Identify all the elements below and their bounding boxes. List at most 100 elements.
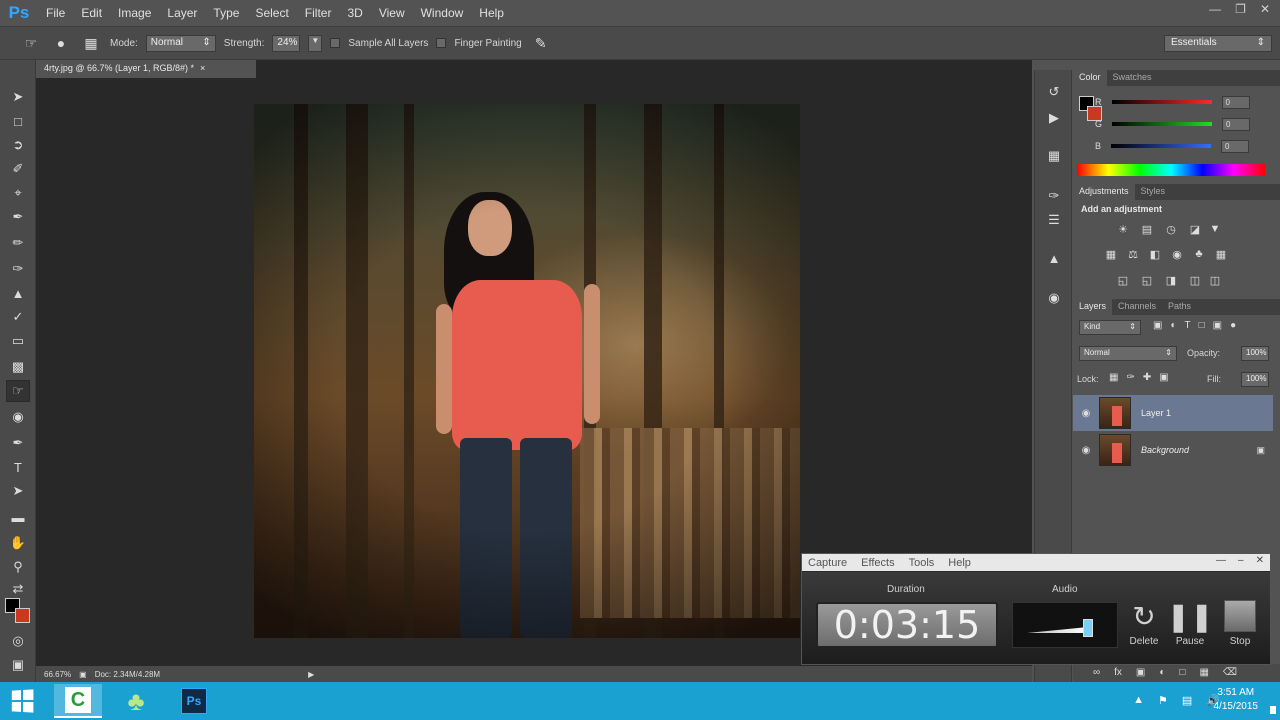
zoom-tool-icon[interactable]: ⚲ — [6, 556, 30, 578]
layer-filter-select[interactable]: Kind ⇕ — [1079, 320, 1141, 335]
menu-select[interactable]: Select — [247, 0, 296, 26]
blue-value[interactable]: 0 — [1221, 139, 1250, 153]
color-swatches[interactable] — [5, 598, 33, 626]
black-white-icon[interactable]: ◧ — [1147, 246, 1163, 262]
opacity-input[interactable]: 100% — [1241, 346, 1269, 361]
smart-object-filter-icon[interactable]: ▣ — [1213, 320, 1222, 331]
start-button[interactable] — [0, 682, 44, 720]
tab-paths[interactable]: Paths — [1162, 299, 1197, 315]
fx-icon[interactable]: fx — [1114, 667, 1122, 678]
threshold-icon[interactable]: ◨ — [1163, 272, 1179, 288]
menu-effects[interactable]: Effects — [861, 557, 894, 569]
crop-tool-icon[interactable]: ⌖ — [6, 182, 30, 204]
restore-icon[interactable]: ❐ — [1235, 2, 1246, 16]
menu-view[interactable]: View — [371, 0, 413, 26]
move-tool-icon[interactable]: ➤ — [6, 86, 30, 108]
sample-all-layers-checkbox[interactable] — [330, 38, 341, 48]
blue-track[interactable] — [1111, 144, 1212, 148]
3d-icon[interactable]: ◉ — [1044, 288, 1064, 308]
hide-icon[interactable]: — — [1216, 555, 1226, 566]
lasso-tool-icon[interactable]: ➲ — [6, 134, 30, 156]
properties-icon[interactable]: ▦ — [1044, 146, 1064, 166]
menu-type[interactable]: Type — [205, 0, 247, 26]
brush-icon[interactable]: ✑ — [1044, 186, 1064, 206]
hue-saturation-icon[interactable]: ▦ — [1103, 246, 1119, 262]
healing-brush-tool-icon[interactable]: ✏ — [6, 232, 30, 254]
document-tab[interactable]: 4rty.jpg @ 66.7% (Layer 1, RGB/8#) * × — [36, 60, 256, 78]
rectangle-tool-icon[interactable]: ▬ — [6, 506, 30, 528]
red-track[interactable] — [1111, 100, 1212, 104]
smudge-tool-icon[interactable]: ☞ — [20, 32, 42, 54]
gradient-tool-icon[interactable]: ▩ — [6, 356, 30, 378]
clone-source-icon[interactable]: ▲ — [1044, 248, 1064, 268]
posterize-icon[interactable]: ◱ — [1139, 272, 1155, 288]
taskbar-photoshop[interactable]: Ps — [170, 684, 218, 718]
menu-filter[interactable]: Filter — [297, 0, 340, 26]
red-value[interactable]: 0 — [1221, 95, 1250, 109]
green-value[interactable]: 0 — [1222, 117, 1251, 131]
blend-mode-select[interactable]: Normal ⇕ — [1079, 346, 1177, 361]
background-color[interactable] — [15, 608, 30, 623]
delete-button[interactable]: ↻ Delete — [1122, 596, 1166, 648]
type-filter-icon[interactable]: T — [1185, 320, 1191, 331]
curves-icon[interactable]: ◷ — [1163, 221, 1179, 237]
brush-tool-icon[interactable]: ✑ — [6, 258, 30, 280]
filter-toggle-icon[interactable]: ● — [1230, 320, 1236, 331]
lock-transparent-icon[interactable]: ▦ — [1109, 372, 1118, 383]
brightness-icon[interactable]: ☀ — [1115, 221, 1131, 237]
menu-layer[interactable]: Layer — [159, 0, 205, 26]
action-center-icon[interactable]: ⚑ — [1158, 694, 1168, 707]
pixel-filter-icon[interactable]: ▣ — [1153, 320, 1162, 331]
quick-mask-icon[interactable]: ◎ — [6, 630, 30, 652]
image-canvas[interactable] — [254, 104, 800, 638]
show-hidden-icons[interactable]: ▲ — [1133, 694, 1144, 707]
selective-color-icon[interactable]: ◫ — [1207, 272, 1223, 288]
system-clock[interactable]: 3:51 AM 4/15/2015 — [1214, 686, 1259, 714]
new-group-icon[interactable]: □ — [1179, 667, 1185, 678]
color-lookup-icon[interactable]: ▦ — [1213, 246, 1229, 262]
zoom-level[interactable]: 66.67% — [44, 670, 71, 679]
pressure-icon[interactable]: ✎ — [530, 32, 552, 54]
tab-channels[interactable]: Channels — [1112, 299, 1162, 315]
menu-tools[interactable]: Tools — [909, 557, 935, 569]
show-desktop-button[interactable] — [1270, 706, 1276, 714]
pen-tool-icon[interactable]: ✒ — [6, 432, 30, 454]
eyedropper-tool-icon[interactable]: ✒ — [6, 206, 30, 228]
invert-icon[interactable]: ◱ — [1115, 272, 1131, 288]
share-icon[interactable]: ▣ — [79, 670, 87, 679]
tab-swatches[interactable]: Swatches — [1107, 70, 1158, 86]
arrow-right-icon[interactable]: ▶ — [308, 670, 314, 679]
actions-icon[interactable]: ▶ — [1044, 108, 1064, 128]
pause-button[interactable]: ❚❚ Pause — [1167, 596, 1214, 648]
smudge-tool-icon[interactable]: ☞ — [6, 380, 30, 402]
finger-painting-checkbox[interactable] — [436, 38, 447, 48]
workspace-select[interactable]: Essentials ⇕ — [1164, 35, 1272, 52]
audio-volume-slider[interactable] — [1083, 619, 1093, 637]
visibility-eye-icon[interactable]: ◉ — [1073, 408, 1099, 419]
menu-image[interactable]: Image — [110, 0, 159, 26]
minimize-icon[interactable]: — — [1209, 2, 1221, 16]
layer-row-background[interactable]: ◉ Background ▣ — [1073, 432, 1273, 468]
close-tab-icon[interactable]: × — [200, 63, 205, 75]
swap-colors-icon[interactable]: ⇄ — [6, 578, 30, 600]
link-layers-icon[interactable]: ∞ — [1093, 667, 1100, 678]
menu-window[interactable]: Window — [413, 0, 472, 26]
type-tool-icon[interactable]: T — [6, 456, 30, 478]
close-icon[interactable]: ✕ — [1260, 2, 1270, 16]
menu-3d[interactable]: 3D — [339, 0, 370, 26]
layer-row-layer-1[interactable]: ◉ Layer 1 — [1073, 395, 1273, 431]
levels-icon[interactable]: ▤ — [1139, 221, 1155, 237]
lock-position-icon[interactable]: ✚ — [1143, 372, 1151, 383]
brush-preset-icon[interactable]: ● — [50, 32, 72, 54]
hand-tool-icon[interactable]: ✋ — [6, 532, 30, 554]
strength-dropdown[interactable]: ▼ — [308, 34, 323, 52]
mode-select[interactable]: Normal ⇕ — [145, 34, 216, 52]
tab-styles[interactable]: Styles — [1135, 184, 1172, 200]
lock-all-icon[interactable]: ▣ — [1159, 372, 1168, 383]
quick-select-tool-icon[interactable]: ✐ — [6, 158, 30, 180]
channel-mixer-icon[interactable]: ♣ — [1191, 246, 1207, 262]
tab-adjustments[interactable]: Adjustments — [1073, 184, 1135, 200]
menu-help[interactable]: Help — [948, 557, 971, 569]
path-select-tool-icon[interactable]: ➤ — [6, 480, 30, 502]
green-track[interactable] — [1112, 122, 1213, 126]
